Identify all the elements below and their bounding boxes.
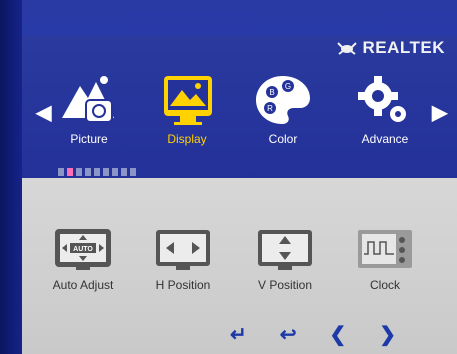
tab-label: Display xyxy=(167,132,207,146)
v-position-icon xyxy=(258,230,312,270)
item-label: V Position xyxy=(257,278,313,292)
tab-color[interactable]: B G R Color xyxy=(238,70,328,146)
enter-icon[interactable]: ↵ xyxy=(230,322,247,347)
realtek-crab-icon xyxy=(337,42,358,55)
clock-item[interactable]: Clock xyxy=(335,226,435,292)
nav-right-arrow-icon[interactable]: ▶ xyxy=(432,100,447,125)
page-dot xyxy=(58,168,64,176)
page-dot xyxy=(94,168,100,176)
monitor-bezel xyxy=(0,0,22,354)
gear-icon xyxy=(358,76,406,122)
page-dot xyxy=(76,168,82,176)
picture-icon xyxy=(62,76,114,123)
svg-text:R: R xyxy=(267,104,273,113)
clock-waveform-icon xyxy=(358,230,412,268)
auto-adjust-item[interactable]: AUTO Auto Adjust xyxy=(33,226,133,292)
tab-picture[interactable]: Picture xyxy=(44,70,134,146)
svg-text:B: B xyxy=(269,88,274,97)
tab-advance[interactable]: Advance xyxy=(340,70,430,146)
page-indicator xyxy=(58,168,136,176)
top-bar xyxy=(22,0,457,36)
tab-label: Advance xyxy=(361,132,409,146)
realtek-logo: REALTEK xyxy=(336,38,445,58)
item-label: Auto Adjust xyxy=(52,278,114,292)
page-dot xyxy=(112,168,118,176)
page-dot xyxy=(121,168,127,176)
svg-text:G: G xyxy=(285,82,291,91)
h-position-item[interactable]: H Position xyxy=(133,226,233,292)
tab-label: Picture xyxy=(70,132,108,146)
tab-display[interactable]: Display xyxy=(142,70,232,146)
exit-icon[interactable]: ↩ xyxy=(280,322,297,347)
tab-label: Color xyxy=(268,132,298,146)
next-icon[interactable]: ❯ xyxy=(379,322,396,347)
osd-control-bar: ↵ ↩ ❮ ❯ xyxy=(230,322,396,347)
osd-screen: REALTEK ◀ ▶ Picture Display B G R Color … xyxy=(0,0,457,354)
v-position-item[interactable]: V Position xyxy=(235,226,335,292)
page-dot-active xyxy=(67,168,73,176)
page-dot xyxy=(103,168,109,176)
brand-name: REALTEK xyxy=(362,38,445,57)
page-dot xyxy=(130,168,136,176)
previous-icon[interactable]: ❮ xyxy=(330,322,347,347)
h-position-icon xyxy=(156,230,210,270)
display-icon xyxy=(164,76,212,125)
auto-icon-text: AUTO xyxy=(73,246,93,253)
auto-adjust-icon: AUTO xyxy=(55,229,111,270)
item-label: H Position xyxy=(155,278,211,292)
color-palette-icon: B G R xyxy=(256,76,310,124)
page-dot xyxy=(85,168,91,176)
item-label: Clock xyxy=(369,278,400,292)
